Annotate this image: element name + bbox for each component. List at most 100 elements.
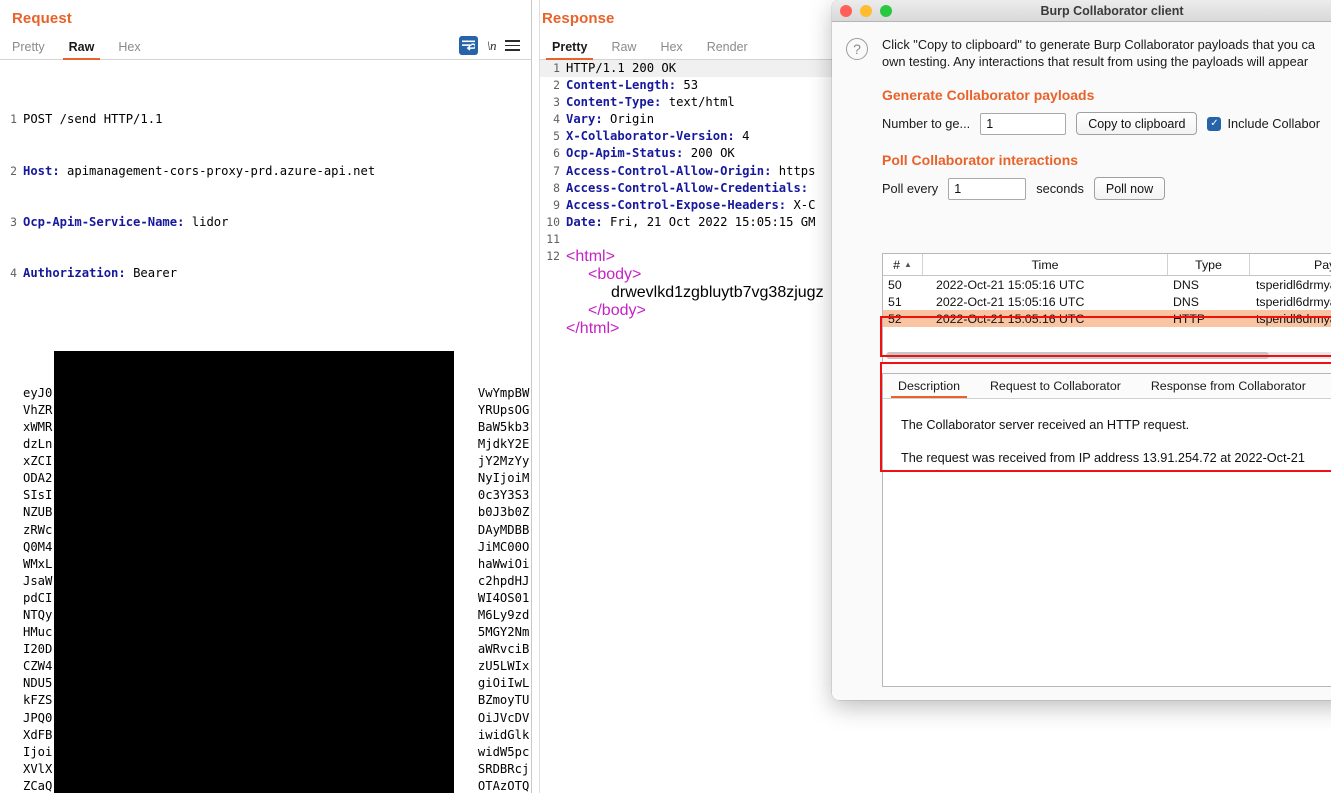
tab-request-raw[interactable]: Raw	[57, 38, 107, 60]
collaborator-titlebar[interactable]: Burp Collaborator client	[832, 0, 1331, 22]
interactions-horizontal-scrollbar[interactable]	[886, 352, 1331, 359]
header-key: Date:	[566, 214, 603, 229]
word-wrap-icon[interactable]	[458, 36, 478, 55]
collaborator-body: ? Click "Copy to clipboard" to generate …	[832, 22, 1331, 700]
cell-payload: tsperidl6drmyah3j9ks	[1256, 311, 1331, 326]
response-panel-title: Response	[542, 10, 615, 27]
tab-request-hex[interactable]: Hex	[106, 38, 152, 60]
code-line: 1 POST /send HTTP/1.1	[0, 111, 531, 128]
tab-request-to-collaborator[interactable]: Request to Collaborator	[975, 376, 1136, 398]
detail-tabstrip: Description Request to Collaborator Resp…	[883, 374, 1331, 399]
include-collaborator-checkbox-wrap[interactable]: ✓ Include Collabor	[1207, 116, 1320, 131]
line-number: 1	[553, 61, 560, 75]
panel-divider[interactable]	[531, 0, 540, 793]
number-to-generate-label: Number to ge...	[882, 116, 971, 131]
line-text: Ocp-Apim-Service-Name: lidor	[23, 214, 531, 231]
cell-time: 2022-Oct-21 15:05:16 UTC	[936, 277, 1085, 292]
response-panel: Response Pretty Raw Hex Render 1 HTTP/1.1…	[540, 0, 880, 793]
line-number: 12	[546, 249, 560, 264]
interactions-table[interactable]: # ▲ Time Type Paylo 50 2022-Oct-21 15:05:…	[882, 253, 1331, 363]
request-code-area[interactable]: 1 POST /send HTTP/1.1 2 Host: apimanagem…	[0, 60, 531, 793]
tab-description[interactable]: Description	[883, 376, 975, 398]
line-text: Host: apimanagement-cors-proxy-prd.azure…	[23, 163, 531, 180]
header-key: Access-Control-Allow-Credentials:	[566, 180, 809, 195]
code-line: 6 Ocp-Apim-Status: 200 OK	[540, 145, 880, 162]
header-value: apimanagement-cors-proxy-prd.azure-api.n…	[59, 163, 376, 178]
interaction-detail-panel: Description Request to Collaborator Resp…	[882, 373, 1331, 687]
checkbox-checked-icon[interactable]: ✓	[1207, 116, 1222, 131]
line-number: 2	[10, 163, 17, 178]
header-value: lidor	[184, 214, 229, 229]
line-number: 8	[553, 180, 560, 195]
column-header-payload[interactable]: Paylo	[1250, 254, 1331, 275]
column-header-number-label: #	[893, 257, 900, 272]
request-panel: Request Pretty Raw Hex \n 1 POST /send H…	[0, 0, 531, 793]
line-number: 9	[553, 197, 560, 212]
request-toolbar: \n	[458, 36, 531, 59]
request-panel-title: Request	[12, 10, 72, 27]
code-line: <body>	[540, 266, 880, 284]
request-code-lines: 1 POST /send HTTP/1.1 2 Host: apimanagem…	[0, 60, 531, 793]
header-key: Host:	[23, 163, 60, 178]
copy-to-clipboard-button[interactable]: Copy to clipboard	[1076, 112, 1198, 135]
tab-response-raw[interactable]: Raw	[599, 38, 648, 60]
burp-collaborator-client-window: Burp Collaborator client ? Click "Copy t…	[832, 0, 1331, 700]
response-code-area[interactable]: 1 HTTP/1.1 200 OK 2 Content-Length: 53 3 Cont…	[540, 60, 880, 793]
cell-time: 2022-Oct-21 15:05:16 UTC	[936, 294, 1085, 309]
code-line: 5 X-Collaborator-Version: 4	[540, 128, 880, 145]
generate-row: Number to ge... Copy to clipboard ✓ Incl…	[832, 103, 1331, 135]
table-row[interactable]: 51 2022-Oct-21 15:05:16 UTC DNS tsperidl6dr…	[883, 293, 1331, 310]
code-line: 2 Content-Length: 53	[540, 77, 880, 94]
cell-type: DNS	[1173, 294, 1199, 309]
header-key: Authorization:	[23, 266, 126, 281]
hamburger-menu-icon[interactable]	[505, 39, 520, 52]
table-row[interactable]: 50 2022-Oct-21 15:05:16 UTC DNS tsperidl6dr…	[883, 276, 1331, 293]
help-line-2: own testing. Any interactions that resul…	[882, 54, 1309, 69]
code-line: 7 Access-Control-Allow-Origin: https	[540, 163, 880, 180]
help-line-1: Click "Copy to clipboard" to generate Bu…	[882, 37, 1316, 52]
header-value: https	[771, 163, 816, 178]
line-number: 1	[10, 112, 17, 127]
line-number: 7	[553, 163, 560, 178]
request-tabstrip: Pretty Raw Hex \n	[0, 32, 531, 60]
line-number: 3	[10, 214, 17, 229]
poll-now-button[interactable]: Poll now	[1093, 177, 1166, 200]
line-number: 10	[546, 214, 560, 229]
tab-response-pretty[interactable]: Pretty	[540, 38, 599, 60]
header-key: X-Collaborator-Version:	[566, 129, 735, 144]
cell-number: 50	[888, 277, 902, 292]
line-number: 2	[553, 78, 560, 93]
cell-payload: tsperidl6drmyah3j9ks	[1256, 277, 1331, 292]
seconds-label: seconds	[1036, 181, 1084, 196]
number-to-generate-input[interactable]	[980, 112, 1067, 135]
tab-request-pretty[interactable]: Pretty	[0, 38, 57, 60]
tab-response-hex[interactable]: Hex	[648, 38, 694, 60]
interactions-table-body: 50 2022-Oct-21 15:05:16 UTC DNS tsperidl6dr…	[883, 276, 1331, 327]
tab-response-from-collaborator[interactable]: Response from Collaborator	[1136, 376, 1321, 398]
redaction-bar-token	[54, 350, 454, 793]
response-code-lines: 1 HTTP/1.1 200 OK 2 Content-Length: 53 3 Cont…	[540, 60, 880, 248]
code-line: 1 HTTP/1.1 200 OK	[540, 60, 880, 78]
table-row[interactable]: 52 2022-Oct-21 15:05:16 UTC HTTP tsperidl6d…	[883, 310, 1331, 327]
code-line: 2 Host: apimanagement-cors-proxy-prd.azu…	[0, 163, 531, 180]
code-line: </html>	[540, 320, 880, 338]
column-header-number[interactable]: # ▲	[883, 254, 923, 275]
header-key: Access-Control-Allow-Origin:	[566, 163, 772, 178]
header-value: 200 OK	[683, 146, 735, 161]
poll-interval-input[interactable]	[948, 177, 1027, 200]
header-key: Access-Control-Expose-Headers:	[566, 197, 787, 212]
code-line: drwevlkd1zgbluytb7vg38zjugz	[540, 284, 880, 302]
header-key: Ocp-Apim-Status:	[566, 146, 684, 161]
column-header-time[interactable]: Time	[923, 254, 1168, 275]
header-key: Content-Type:	[566, 95, 662, 110]
line-number: 3	[553, 95, 560, 110]
help-banner: ? Click "Copy to clipboard" to generate …	[832, 22, 1331, 70]
poll-row: Poll every seconds Poll now	[832, 168, 1331, 200]
column-header-type[interactable]: Type	[1168, 254, 1250, 275]
poll-section-heading: Poll Collaborator interactions	[882, 152, 1079, 168]
line-number: 4	[10, 266, 17, 281]
newline-icon[interactable]: \n	[487, 38, 497, 54]
question-mark-icon[interactable]: ?	[846, 38, 868, 60]
code-line: 4 Authorization: Bearer	[0, 265, 531, 282]
tab-response-render[interactable]: Render	[695, 38, 760, 60]
